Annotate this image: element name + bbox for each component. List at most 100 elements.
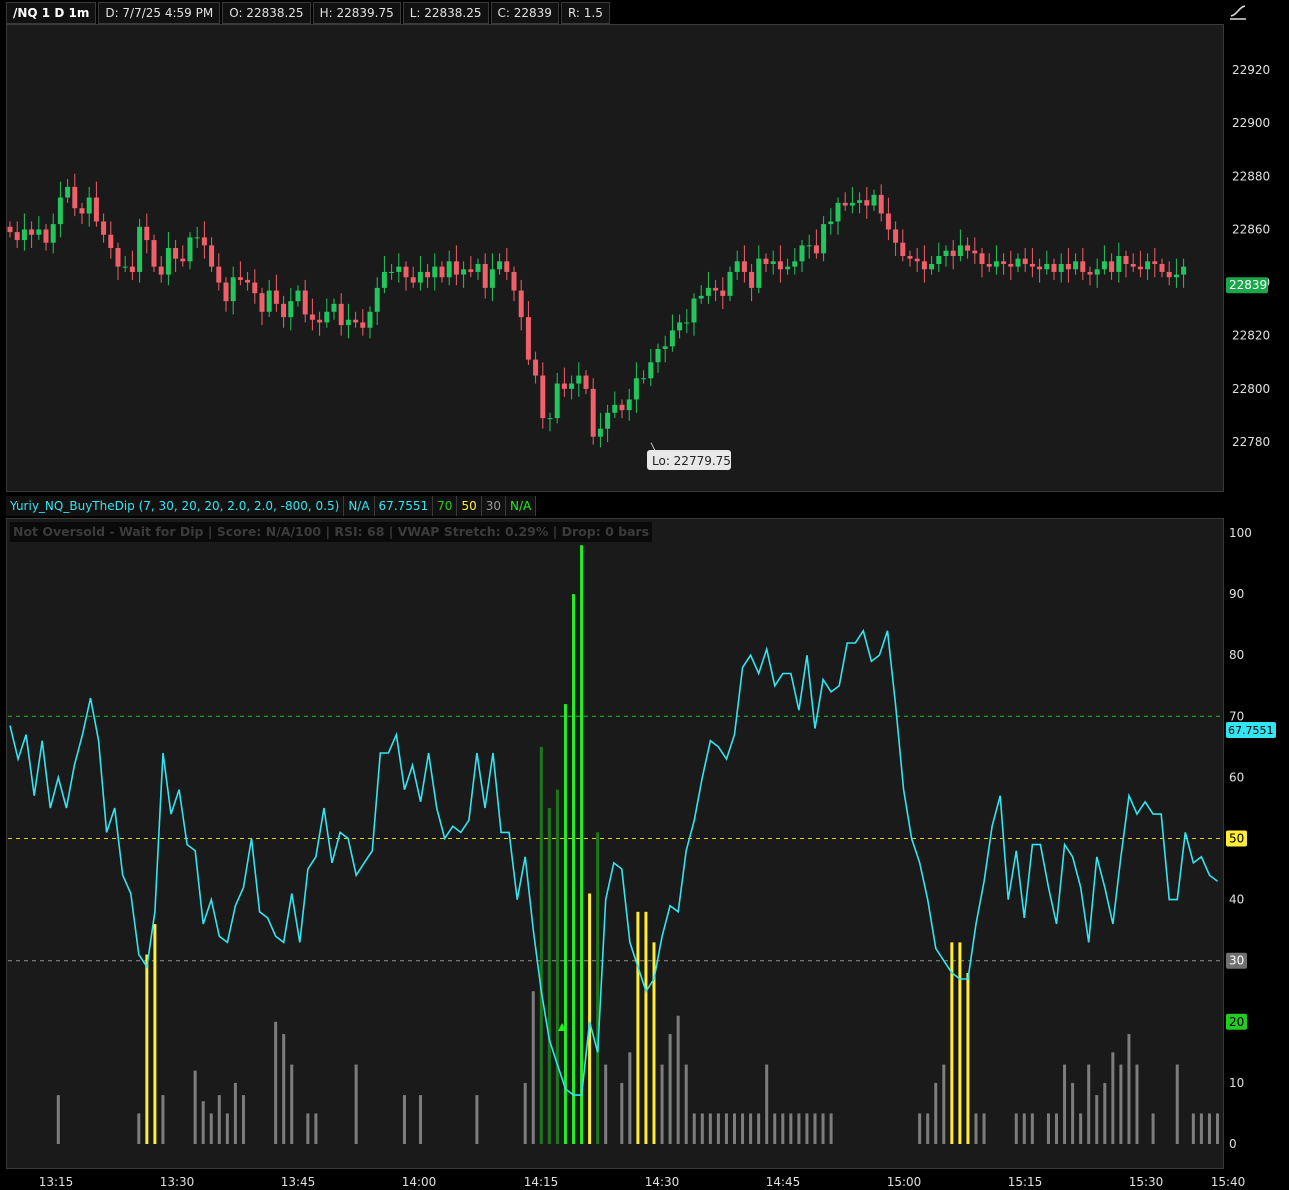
candle-body bbox=[245, 279, 251, 283]
chart-canvas: 2278022800228202284022860228802290022920… bbox=[7, 63, 1276, 1189]
candle-body bbox=[288, 301, 294, 318]
price-axis-label: 22860 bbox=[1232, 222, 1270, 236]
candle-body bbox=[957, 245, 963, 256]
candle-body bbox=[929, 263, 935, 270]
candle-body bbox=[713, 287, 719, 291]
candle-body bbox=[698, 295, 704, 299]
candle-body bbox=[144, 226, 150, 241]
candle-body bbox=[29, 229, 35, 235]
histogram-bar bbox=[660, 1064, 664, 1144]
histogram-bar bbox=[741, 1113, 745, 1144]
candle-body bbox=[165, 248, 171, 275]
histogram-bar bbox=[1046, 1113, 1050, 1144]
histogram-bar bbox=[539, 746, 543, 1144]
histogram-bar bbox=[1111, 1052, 1115, 1144]
candle-body bbox=[965, 245, 971, 251]
histogram-bar bbox=[700, 1113, 704, 1144]
histogram-bar bbox=[354, 1064, 358, 1144]
histogram-bar bbox=[982, 1113, 986, 1144]
time-axis-label: 14:00 bbox=[402, 1175, 437, 1189]
candle-body bbox=[561, 383, 567, 389]
candle-body bbox=[50, 224, 56, 243]
candle-body bbox=[785, 266, 791, 270]
candle-body bbox=[1094, 269, 1100, 275]
histogram-bar bbox=[765, 1064, 769, 1144]
candle-body bbox=[374, 287, 380, 312]
time-axis-label: 15:00 bbox=[887, 1175, 922, 1189]
candle-body bbox=[129, 266, 135, 272]
candle-body bbox=[439, 266, 445, 278]
candle-body bbox=[835, 202, 841, 222]
histogram-bar bbox=[1071, 1082, 1075, 1144]
candle-body bbox=[1044, 263, 1050, 270]
candle-body bbox=[7, 226, 13, 233]
histogram-bar bbox=[1175, 1064, 1179, 1144]
rsi-value-label: 67.7551 bbox=[1228, 724, 1274, 737]
candle-body bbox=[504, 261, 510, 272]
indicator-axis-label: 10 bbox=[1229, 1076, 1244, 1090]
candle-body bbox=[122, 266, 128, 268]
histogram-bar bbox=[274, 1021, 278, 1144]
price-axis-label: 22780 bbox=[1232, 435, 1270, 449]
low-callout: Lo: 22779.75 bbox=[652, 454, 731, 468]
candle-body bbox=[338, 303, 344, 326]
time-axis-label: 14:15 bbox=[524, 1175, 559, 1189]
candle-body bbox=[857, 200, 863, 203]
candle-body bbox=[353, 319, 359, 323]
candle-body bbox=[777, 261, 783, 270]
histogram-bar bbox=[1135, 1064, 1139, 1144]
histogram-bar bbox=[805, 1113, 809, 1144]
candle-body bbox=[993, 261, 999, 267]
candle-body bbox=[65, 186, 71, 198]
histogram-bar bbox=[233, 1082, 237, 1144]
candle-body bbox=[1152, 261, 1158, 264]
candle-body bbox=[324, 311, 330, 323]
histogram-bar bbox=[757, 1113, 761, 1144]
price-axis-label: 22900 bbox=[1232, 116, 1270, 130]
histogram-bar bbox=[684, 1064, 688, 1144]
histogram-bar bbox=[958, 942, 962, 1144]
candle-body bbox=[893, 229, 899, 243]
candle-body bbox=[1116, 256, 1122, 272]
candle-body bbox=[151, 240, 157, 267]
histogram-bar bbox=[1216, 1113, 1219, 1144]
candle-body bbox=[979, 253, 985, 264]
histogram-bar bbox=[1207, 1113, 1211, 1144]
histogram-bar bbox=[1151, 1113, 1155, 1144]
histogram-bar bbox=[676, 1015, 680, 1144]
candle-body bbox=[540, 375, 546, 419]
candle-body bbox=[691, 298, 697, 323]
histogram-bar bbox=[692, 1113, 696, 1144]
candle-body bbox=[432, 266, 438, 278]
candle-body bbox=[1022, 258, 1028, 264]
candle-body bbox=[633, 378, 639, 400]
candle-body bbox=[1001, 261, 1007, 264]
candle-body bbox=[417, 271, 423, 283]
indicator-axis-label: 100 bbox=[1229, 526, 1252, 540]
candle-body bbox=[1145, 261, 1151, 270]
candle-body bbox=[273, 290, 279, 304]
candle-body bbox=[115, 248, 121, 267]
histogram-bar bbox=[781, 1113, 785, 1144]
candle-body bbox=[237, 277, 243, 280]
candle-body bbox=[187, 237, 193, 262]
candle-body bbox=[389, 271, 395, 273]
histogram-bar bbox=[161, 1095, 165, 1144]
histogram-bar bbox=[201, 1101, 205, 1144]
histogram-bar bbox=[1055, 1113, 1058, 1144]
candle-body bbox=[907, 256, 913, 259]
histogram-bar bbox=[708, 1113, 712, 1144]
candle-body bbox=[453, 261, 459, 275]
candle-body bbox=[360, 322, 366, 328]
histogram-bar bbox=[926, 1113, 930, 1144]
indicator-axis-label: 0 bbox=[1229, 1137, 1237, 1151]
histogram-bar bbox=[225, 1113, 229, 1144]
histogram-bar bbox=[749, 1113, 753, 1144]
histogram-bar bbox=[1063, 1064, 1067, 1144]
candle-body bbox=[345, 319, 351, 326]
histogram-bar bbox=[531, 991, 535, 1144]
candle-body bbox=[101, 221, 107, 235]
histogram-bar bbox=[153, 924, 157, 1144]
histogram-bar bbox=[716, 1113, 720, 1144]
time-axis-label: 15:30 bbox=[1129, 1175, 1164, 1189]
